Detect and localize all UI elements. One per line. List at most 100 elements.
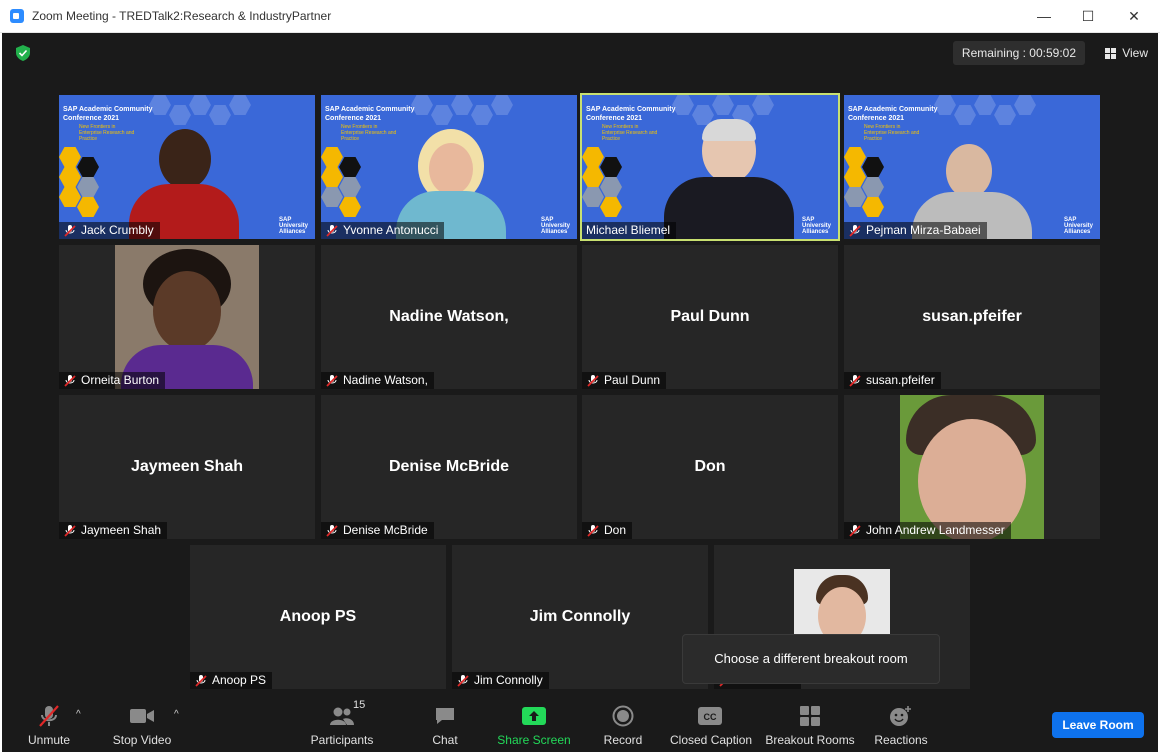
participant-name: Denise McBride (343, 523, 428, 537)
video-tile[interactable]: SAP Academic Community Conference 2021 N… (59, 95, 315, 239)
mic-muted-icon (849, 224, 861, 237)
name-tag: Denise McBride (321, 522, 434, 539)
video-tile[interactable]: Jim Connolly Jim Connolly (452, 545, 708, 689)
participant-name: Nadine Watson, (343, 373, 428, 387)
breakout-tooltip: Choose a different breakout room (682, 634, 940, 684)
participant-name: Don (604, 523, 627, 537)
participant-name: Anoop PS (212, 673, 267, 687)
reactions-icon (890, 706, 911, 726)
window-title-bar: Zoom Meeting - TREDTalk2:Research & Indu… (0, 0, 1160, 33)
participant-name: Jim Connolly (474, 673, 543, 687)
name-tag: Nadine Watson, (321, 372, 434, 389)
video-camera-icon (130, 709, 154, 723)
name-tag: Don (582, 522, 633, 539)
participant-display-name: Jim Connolly (529, 608, 631, 625)
participant-name: Jaymeen Shah (81, 523, 162, 537)
leave-room-button[interactable]: Leave Room (1052, 712, 1144, 738)
breakout-rooms-icon (800, 706, 820, 726)
conference-title: SAP Academic Community Conference 2021 (325, 106, 415, 122)
video-options-caret[interactable]: ^ (174, 709, 179, 720)
closed-caption-label: Closed Caption (670, 733, 753, 747)
audio-options-caret[interactable]: ^ (76, 709, 81, 720)
grid-view-icon (1105, 47, 1117, 59)
participant-display-name: Nadine Watson, (389, 308, 509, 325)
mic-muted-icon (195, 674, 207, 687)
zoom-app-icon (10, 9, 24, 23)
chat-button[interactable]: Chat (427, 703, 463, 747)
video-tile[interactable]: Don Don (582, 395, 838, 539)
name-tag: Michael Bliemel (582, 222, 677, 239)
record-label: Record (603, 733, 643, 747)
participant-name: susan.pfeifer (866, 373, 935, 387)
name-tag: Anoop PS (190, 672, 273, 689)
remaining-time: Remaining : 00:59:02 (952, 41, 1085, 65)
close-button[interactable]: ✕ (1114, 4, 1154, 28)
participant-name: Orneita Burton (81, 373, 160, 387)
participant-photo (900, 395, 1044, 539)
name-tag: Pejman Mirza-Babaei (844, 222, 987, 239)
brand-label: SAP University Alliances (1064, 217, 1094, 235)
mic-muted-icon (587, 524, 599, 537)
name-tag: Yvonne Antonucci (321, 222, 445, 239)
mic-muted-icon (326, 224, 338, 237)
video-tile[interactable]: Anoop PS Anoop PS (190, 545, 446, 689)
minimize-button[interactable]: — (1024, 4, 1064, 28)
video-tile[interactable]: Jaymeen Shah Jaymeen Shah (59, 395, 315, 539)
name-tag: Jack Crumbly (59, 222, 160, 239)
video-tile[interactable]: Paul Dunn Paul Dunn (582, 245, 838, 389)
maximize-button[interactable]: ☐ (1068, 4, 1108, 28)
mic-muted-icon (457, 674, 469, 687)
name-tag: Jaymeen Shah (59, 522, 168, 539)
mic-muted-icon (326, 374, 338, 387)
share-screen-label: Share Screen (497, 733, 571, 747)
stop-video-button[interactable]: Stop Video (110, 703, 174, 747)
participants-button[interactable]: 15 Participants (307, 699, 377, 747)
active-speaker-tile[interactable]: SAP Academic Community Conference 2021 N… (580, 93, 840, 241)
participants-icon (330, 707, 354, 725)
participant-video (664, 119, 794, 239)
participant-photo (115, 245, 259, 389)
view-button[interactable]: View (1105, 41, 1148, 65)
closed-caption-icon: CC (698, 707, 722, 725)
breakout-rooms-label: Breakout Rooms (765, 733, 855, 747)
stop-video-label: Stop Video (112, 733, 172, 747)
participant-name: Paul Dunn (604, 373, 661, 387)
record-icon (612, 705, 634, 727)
video-tile[interactable]: Nadine Watson, Nadine Watson, (321, 245, 577, 389)
mic-muted-icon (64, 374, 76, 387)
share-screen-button[interactable]: Share Screen (496, 703, 572, 747)
mic-muted-icon (587, 374, 599, 387)
video-tile[interactable]: SAP Academic Community Conference 2021 N… (321, 95, 577, 239)
mic-muted-icon (64, 224, 76, 237)
video-tile[interactable]: susan.pfeifer susan.pfeifer (844, 245, 1100, 389)
reactions-button[interactable]: Reactions (872, 703, 930, 747)
brand-label: SAP University Alliances (279, 217, 309, 235)
breakout-rooms-button[interactable]: Breakout Rooms (764, 703, 856, 747)
closed-caption-button[interactable]: CC Closed Caption (670, 703, 753, 747)
mic-muted-icon (64, 524, 76, 537)
name-tag: susan.pfeifer (844, 372, 941, 389)
shield-icon[interactable] (16, 45, 30, 61)
name-tag: John Andrew Landmesser (844, 522, 1011, 539)
participant-name: Yvonne Antonucci (343, 223, 439, 237)
share-screen-icon (522, 707, 546, 725)
video-tile[interactable]: Orneita Burton (59, 245, 315, 389)
participant-display-name: Jaymeen Shah (130, 458, 244, 475)
mic-muted-icon (849, 374, 861, 387)
participant-count: 15 (353, 699, 366, 711)
unmute-button[interactable]: Unmute (24, 703, 74, 747)
conference-subtitle: New Frontiers in Enterprise Research and… (602, 124, 658, 142)
conference-title: SAP Academic Community Conference 2021 (586, 106, 676, 122)
record-button[interactable]: Record (602, 703, 644, 747)
video-tile[interactable]: SAP Academic Community Conference 2021 N… (844, 95, 1100, 239)
brand-label: SAP University Alliances (802, 217, 832, 235)
microphone-muted-icon (39, 705, 59, 727)
participant-name: Michael Bliemel (586, 223, 671, 237)
video-tile[interactable]: John Andrew Landmesser (844, 395, 1100, 539)
reactions-label: Reactions (874, 733, 928, 747)
video-tile[interactable]: Denise McBride Denise McBride (321, 395, 577, 539)
meeting-toolbar: Unmute ^ Stop Video ^ 15 Participants Ch… (2, 695, 1158, 752)
participant-name: Pejman Mirza-Babaei (866, 223, 981, 237)
participant-name: Jack Crumbly (81, 223, 154, 237)
window-title: Zoom Meeting - TREDTalk2:Research & Indu… (32, 9, 332, 23)
